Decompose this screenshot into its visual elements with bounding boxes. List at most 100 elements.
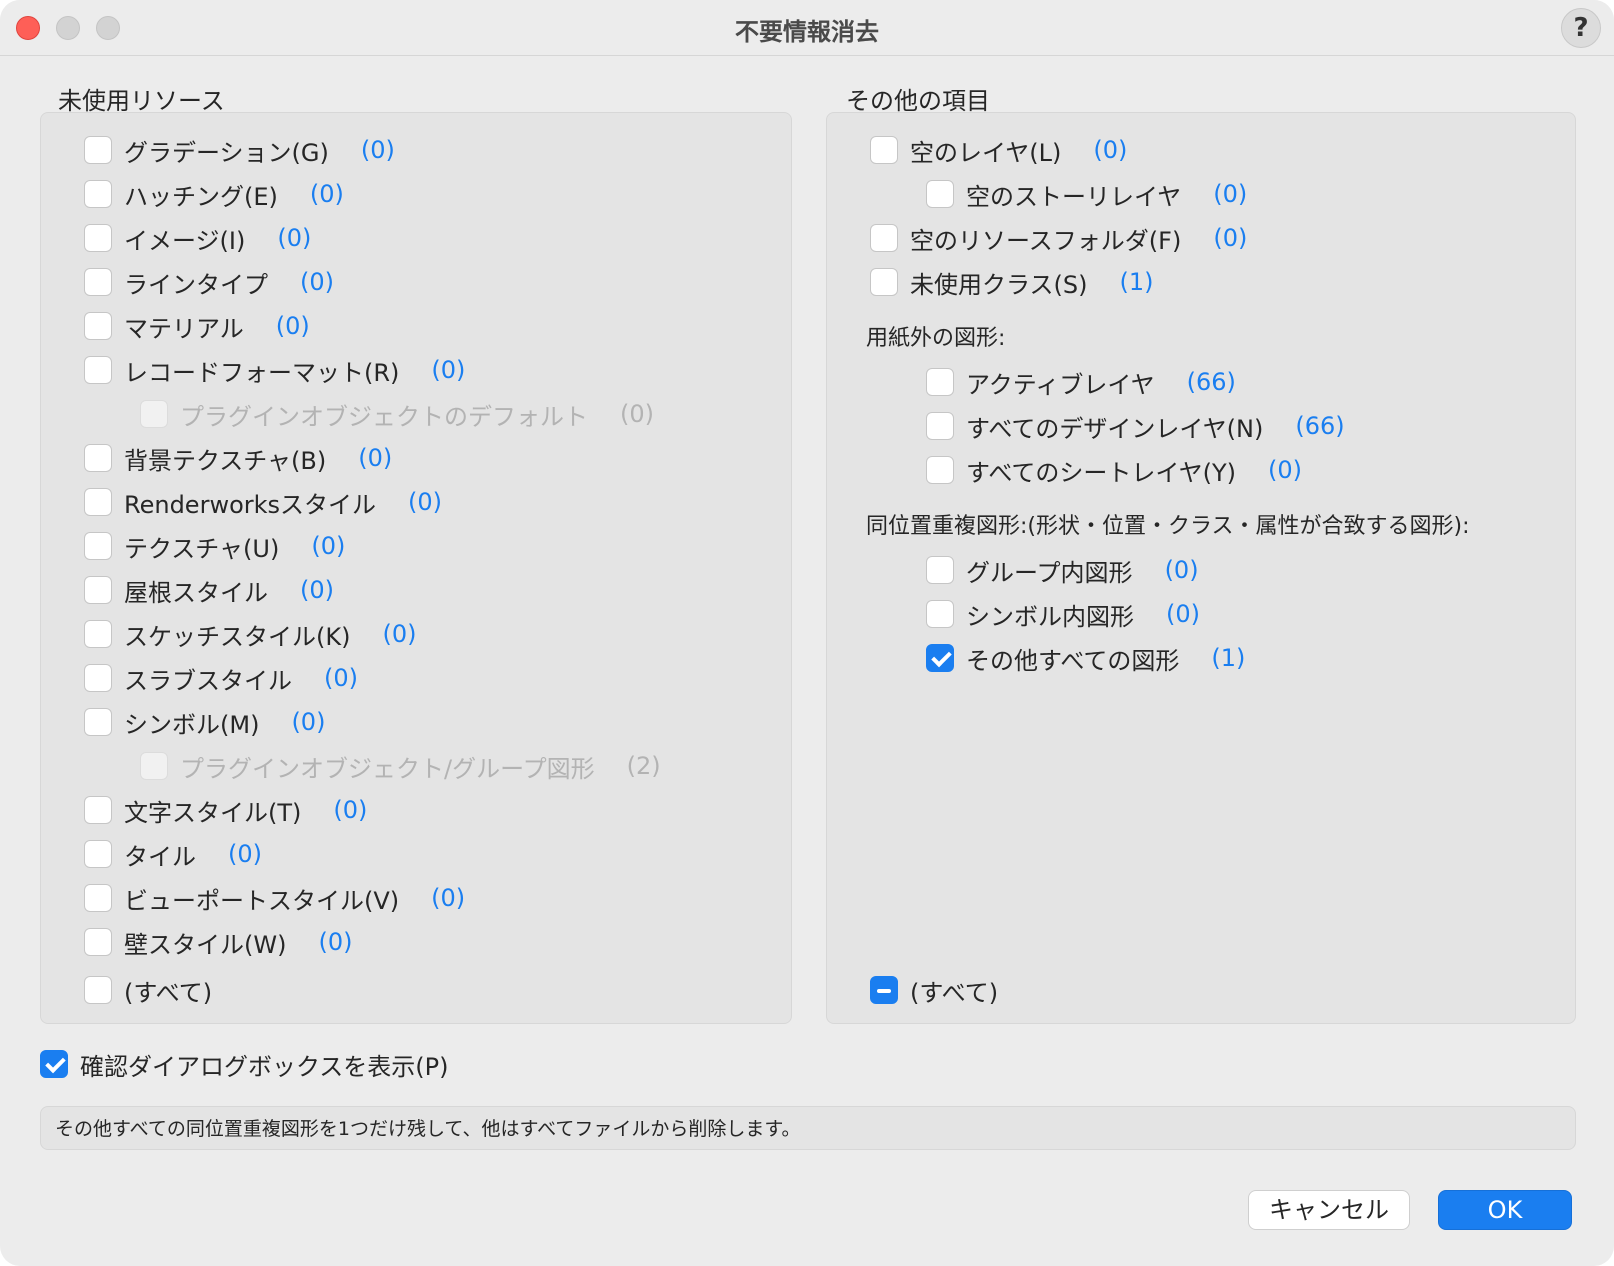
resources-select-all-checkbox[interactable]	[84, 976, 112, 1004]
resource-plugin-default-count: (0)	[620, 400, 654, 428]
offpaper-sheet-layers-count: (0)	[1268, 456, 1303, 484]
unused-resources-title: 未使用リソース	[58, 87, 225, 115]
resource-tile-count: (0)	[228, 840, 262, 868]
resource-text-style-count: (0)	[333, 796, 368, 824]
resource-plugin-group-count: (2)	[626, 752, 661, 780]
purge-dialog: 不要情報消去 ? 未使用リソース その他の項目 グラデーション(G) (0) ハ…	[0, 0, 1614, 1266]
resource-hatch-checkbox[interactable]	[84, 180, 112, 208]
confirm-dialog-label: 確認ダイアログボックスを表示(P)	[80, 1052, 449, 1081]
resource-linetype-checkbox[interactable]	[84, 268, 112, 296]
resource-plugin-group-row: プラグインオブジェクト/グループ図形 (2)	[140, 750, 661, 783]
resource-roof-style-checkbox[interactable]	[84, 576, 112, 604]
offpaper-active-layer-row[interactable]: アクティブレイヤ (66)	[926, 366, 1236, 399]
resource-background-texture-row[interactable]: 背景テクスチャ(B) (0)	[84, 442, 393, 475]
offpaper-design-layers-count: (66)	[1295, 412, 1345, 440]
resource-symbol-label: シンボル(M)	[124, 710, 260, 739]
other-unused-class-checkbox[interactable]	[870, 268, 898, 296]
resource-image-row[interactable]: イメージ(I) (0)	[84, 222, 312, 255]
offpaper-active-layer-label: アクティブレイヤ	[966, 370, 1155, 399]
duplicate-in-symbol-checkbox[interactable]	[926, 600, 954, 628]
duplicate-in-group-row[interactable]: グループ内図形 (0)	[926, 554, 1199, 587]
other-empty-layer-checkbox[interactable]	[870, 136, 898, 164]
offpaper-design-layers-checkbox[interactable]	[926, 412, 954, 440]
resource-linetype-label: ラインタイプ	[124, 270, 268, 299]
resource-text-style-label: 文字スタイル(T)	[124, 798, 302, 827]
other-select-all-row[interactable]: (すべて)	[870, 974, 998, 1007]
resource-texture-checkbox[interactable]	[84, 532, 112, 560]
other-empty-resource-folder-checkbox[interactable]	[870, 224, 898, 252]
resource-wall-style-checkbox[interactable]	[84, 928, 112, 956]
resource-gradient-checkbox[interactable]	[84, 136, 112, 164]
resource-material-row[interactable]: マテリアル (0)	[84, 310, 310, 343]
resource-tile-row[interactable]: タイル (0)	[84, 838, 262, 871]
resource-tile-checkbox[interactable]	[84, 840, 112, 868]
resource-roof-style-count: (0)	[300, 576, 334, 604]
resource-symbol-row[interactable]: シンボル(M) (0)	[84, 706, 326, 739]
resource-tile-label: タイル	[124, 842, 196, 871]
duplicate-all-other-row[interactable]: その他すべての図形 (1)	[926, 642, 1245, 675]
resource-slab-style-checkbox[interactable]	[84, 664, 112, 692]
offpaper-active-layer-checkbox[interactable]	[926, 368, 954, 396]
duplicate-in-group-checkbox[interactable]	[926, 556, 954, 584]
offpaper-sheet-layers-checkbox[interactable]	[926, 456, 954, 484]
duplicate-in-group-label: グループ内図形	[966, 558, 1133, 587]
resource-record-format-row[interactable]: レコードフォーマット(R) (0)	[84, 354, 466, 387]
offpaper-design-layers-label: すべてのデザインレイヤ(N)	[966, 414, 1264, 443]
resource-image-label: イメージ(I)	[124, 226, 246, 255]
other-unused-class-row[interactable]: 未使用クラス(S) (1)	[870, 266, 1153, 299]
resource-image-checkbox[interactable]	[84, 224, 112, 252]
offpaper-sheet-layers-row[interactable]: すべてのシートレイヤ(Y) (0)	[926, 454, 1303, 487]
resources-select-all-row[interactable]: (すべて)	[84, 974, 212, 1007]
confirm-dialog-row[interactable]: 確認ダイアログボックスを表示(P)	[40, 1048, 449, 1081]
resource-texture-row[interactable]: テクスチャ(U) (0)	[84, 530, 345, 563]
resource-slab-style-row[interactable]: スラブスタイル (0)	[84, 662, 358, 695]
resource-renderworks-style-count: (0)	[408, 488, 443, 516]
resource-viewport-style-row[interactable]: ビューポートスタイル(V) (0)	[84, 882, 466, 915]
resource-material-checkbox[interactable]	[84, 312, 112, 340]
resource-slab-style-label: スラブスタイル	[124, 666, 292, 695]
resource-record-format-checkbox[interactable]	[84, 356, 112, 384]
resource-renderworks-style-checkbox[interactable]	[84, 488, 112, 516]
ok-button[interactable]: OK	[1438, 1190, 1572, 1230]
resource-symbol-checkbox[interactable]	[84, 708, 112, 736]
resource-text-style-row[interactable]: 文字スタイル(T) (0)	[84, 794, 368, 827]
confirm-dialog-checkbox[interactable]	[40, 1050, 68, 1078]
resource-linetype-row[interactable]: ラインタイプ (0)	[84, 266, 334, 299]
resource-background-texture-checkbox[interactable]	[84, 444, 112, 472]
resource-viewport-style-label: ビューポートスタイル(V)	[124, 886, 400, 915]
other-empty-layer-row[interactable]: 空のレイヤ(L) (0)	[870, 134, 1127, 167]
resource-text-style-checkbox[interactable]	[84, 796, 112, 824]
resource-sketch-style-row[interactable]: スケッチスタイル(K) (0)	[84, 618, 416, 651]
resource-record-format-count: (0)	[431, 356, 466, 384]
resource-background-texture-label: 背景テクスチャ(B)	[124, 446, 327, 475]
resource-wall-style-label: 壁スタイル(W)	[124, 930, 287, 959]
resource-sketch-style-checkbox[interactable]	[84, 620, 112, 648]
other-empty-story-layer-label: 空のストーリレイヤ	[966, 182, 1182, 211]
resource-renderworks-style-row[interactable]: Renderworksスタイル (0)	[84, 486, 443, 519]
resource-image-count: (0)	[277, 224, 312, 252]
resource-background-texture-count: (0)	[358, 444, 393, 472]
resource-wall-style-row[interactable]: 壁スタイル(W) (0)	[84, 926, 352, 959]
other-empty-story-layer-checkbox[interactable]	[926, 180, 954, 208]
other-empty-story-layer-row[interactable]: 空のストーリレイヤ (0)	[926, 178, 1247, 211]
window-title: 不要情報消去	[735, 18, 879, 46]
duplicate-in-symbol-row[interactable]: シンボル内図形 (0)	[926, 598, 1200, 631]
resource-texture-label: テクスチャ(U)	[124, 534, 280, 563]
resource-symbol-count: (0)	[291, 708, 326, 736]
duplicate-in-group-count: (0)	[1164, 556, 1199, 584]
help-button[interactable]: ?	[1561, 8, 1601, 48]
resource-viewport-style-checkbox[interactable]	[84, 884, 112, 912]
resource-roof-style-row[interactable]: 屋根スタイル (0)	[84, 574, 334, 607]
duplicate-in-symbol-count: (0)	[1166, 600, 1200, 628]
cancel-button[interactable]: キャンセル	[1248, 1190, 1410, 1230]
other-select-all-checkbox[interactable]	[870, 976, 898, 1004]
offpaper-heading: 用紙外の図形:	[866, 326, 1006, 351]
resource-viewport-style-count: (0)	[431, 884, 466, 912]
duplicate-all-other-checkbox[interactable]	[926, 644, 954, 672]
other-empty-resource-folder-row[interactable]: 空のリソースフォルダ(F) (0)	[870, 222, 1247, 255]
resource-gradient-row[interactable]: グラデーション(G) (0)	[84, 134, 395, 167]
resource-plugin-group-checkbox	[140, 752, 168, 780]
resource-hatch-row[interactable]: ハッチング(E) (0)	[84, 178, 344, 211]
resource-plugin-default-checkbox	[140, 400, 168, 428]
offpaper-design-layers-row[interactable]: すべてのデザインレイヤ(N) (66)	[926, 410, 1345, 443]
